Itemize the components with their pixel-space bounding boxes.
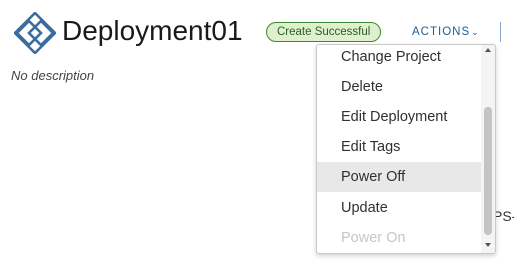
menu-item-power-on: Power On [341,230,406,246]
deployment-diamond-icon [14,12,56,54]
background-partial-text: PS-I [493,208,514,240]
actions-label: ACTIONS [412,26,471,38]
menu-item-update[interactable]: Update [317,193,481,223]
header-divider [500,22,501,42]
actions-button[interactable]: ACTIONS⌄ [412,24,480,40]
page-title: Deployment01 [62,15,243,46]
status-badge: Create Successful [266,22,382,42]
menu-item-power-off[interactable]: Power Off [317,162,481,192]
menu-item-edit-tags[interactable]: Edit Tags [317,132,481,162]
menu-item-edit-deployment[interactable]: Edit Deployment [317,102,481,132]
menu-item-change-project[interactable]: Change Project [317,45,481,72]
actions-dropdown-menu: Change Project Delete Edit Deployment Ed… [316,44,496,254]
scroll-up-arrow-icon[interactable] [485,48,491,52]
menu-item-delete[interactable]: Delete [317,72,481,102]
scrollbar-thumb[interactable] [484,107,492,235]
menu-scrollbar[interactable] [481,45,495,253]
scroll-down-arrow-icon[interactable] [485,243,491,247]
chevron-down-icon: ⌄ [471,27,480,37]
deployment-description: No description [11,68,95,83]
